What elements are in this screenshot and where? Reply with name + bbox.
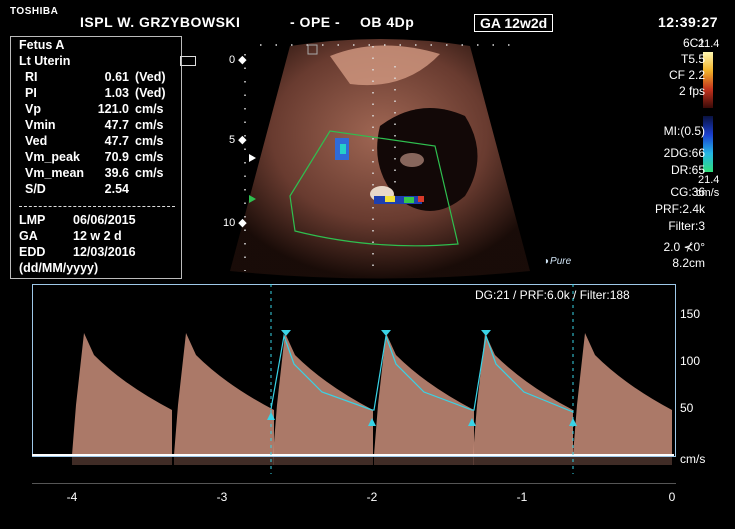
measurement-value: 70.9 <box>104 150 129 164</box>
measurement-value: 1.03 <box>104 86 129 100</box>
pure-logo: ◗Pure <box>544 256 572 267</box>
peak-marker[interactable] <box>381 330 391 336</box>
measurement-label: Vp <box>25 102 41 116</box>
lmp-row: LMP 06/06/2015 <box>19 213 136 227</box>
measurement-value: 0.61 <box>104 70 129 84</box>
reverse-flow-noise <box>473 457 573 465</box>
time-axis <box>32 483 676 484</box>
bmode-image <box>230 39 530 279</box>
reverse-flow-noise <box>374 457 474 465</box>
measurement-unit: cm/s <box>135 102 164 116</box>
measurement-label: Vmin <box>25 118 56 132</box>
t-value: T5.5 <box>680 52 705 66</box>
measurement-unit: (Ved) <box>135 86 166 100</box>
x-tick: -2 <box>366 490 378 504</box>
measurement-unit: (Ved) <box>135 70 166 84</box>
measurement-label: Vm_mean <box>25 166 85 180</box>
measurement-row: RI 0.61 (Ved) <box>11 70 181 86</box>
measurement-label: Ved <box>25 134 48 148</box>
peak-marker[interactable] <box>281 330 291 336</box>
measurement-unit: cm/s <box>135 134 164 148</box>
depth-mark-5: 5 ◆ <box>229 134 247 146</box>
measurement-value: 47.7 <box>104 118 129 132</box>
prf-value: PRF:2.4k <box>654 202 705 216</box>
edd-row: EDD 12/03/2016 <box>19 245 136 259</box>
mi-value: MI:(0.5) <box>663 124 705 138</box>
angle-value: 2.0 ⊀0° <box>663 240 705 254</box>
reverse-flow-noise <box>174 457 274 465</box>
reverse-flow-noise <box>72 457 172 465</box>
spectral-trace <box>32 284 674 474</box>
measurement-row: Vm_mean 39.6 cm/s <box>11 166 181 182</box>
x-tick: -4 <box>66 490 78 504</box>
measurement-row: Vmin 47.7 cm/s <box>11 118 181 134</box>
fps-value: 2 fps <box>678 84 705 98</box>
spectral-cycle <box>573 333 672 455</box>
measurement-row: PI 1.03 (Ved) <box>11 86 181 102</box>
spectral-cycle <box>174 333 274 455</box>
vessel-label: Lt Uterin <box>19 54 71 68</box>
measurement-label: RI <box>25 70 38 84</box>
probe-label: 6C1 <box>682 36 705 50</box>
depth-mark-0: 0 ◆ <box>229 54 247 66</box>
date-format-note: (dd/MM/yyyy) <box>19 261 99 275</box>
institution-name: ISPL W. GRZYBOWSKI <box>80 14 241 30</box>
measurement-row: Ved 47.7 cm/s <box>11 134 181 150</box>
x-tick: -1 <box>516 490 528 504</box>
spectral-waveform <box>72 333 672 465</box>
measurement-value: 39.6 <box>104 166 129 180</box>
spectral-cycle <box>473 333 573 455</box>
measurement-value: 47.7 <box>104 134 129 148</box>
spectral-cycle <box>374 333 474 455</box>
header-bar: TOSHIBA ISPL W. GRZYBOWSKI - OPE - OB 4D… <box>0 0 735 34</box>
gestational-age-badge: GA 12w2d <box>474 14 554 32</box>
y-unit: cm/s <box>680 452 706 466</box>
measurement-label: PI <box>25 86 37 100</box>
filter-value: Filter:3 <box>668 219 705 233</box>
ga-row: GA 12 w 2 d <box>19 229 122 243</box>
measurement-row: Vm_peak 70.9 cm/s <box>11 150 181 166</box>
measurement-unit: cm/s <box>135 166 164 180</box>
divider <box>19 206 175 207</box>
measurement-label: Vm_peak <box>25 150 80 164</box>
dg2-value: 2DG:66 <box>663 146 705 160</box>
brand-logo: TOSHIBA <box>10 6 59 17</box>
cf-value: CF 2.2 <box>668 68 705 82</box>
y-tick-150: 150 <box>680 307 701 321</box>
preset-label: OB 4Dp <box>360 14 415 30</box>
dr-value: DR:65 <box>670 163 705 177</box>
x-tick: 0 <box>668 490 676 504</box>
reverse-flow-noise <box>273 457 373 465</box>
peak-marker[interactable] <box>481 330 491 336</box>
mode-label: - OPE - <box>290 14 341 30</box>
measurement-panel: Fetus A Lt Uterin RI 0.61 (Ved) PI 1.03 (Ved)… <box>10 36 182 279</box>
depth-mark-10: 10 ◆ <box>223 217 247 229</box>
clock: 12:39:27 <box>658 14 719 30</box>
measurement-unit: cm/s <box>135 118 164 132</box>
measurement-row: Vp 121.0 cm/s <box>11 102 181 118</box>
depth-value: 8.2cm <box>672 256 705 270</box>
spectral-cycle <box>273 333 373 455</box>
x-tick: -3 <box>216 490 228 504</box>
measurement-unit: cm/s <box>135 150 164 164</box>
measurement-label: S/D <box>25 182 46 196</box>
measurement-row: S/D 2.54 <box>11 182 181 198</box>
y-tick-100: 100 <box>680 354 701 368</box>
reverse-flow-noise <box>573 457 672 465</box>
cg-value: CG:36 <box>670 185 705 199</box>
y-tick-50: 50 <box>680 401 694 415</box>
measurement-value: 2.54 <box>104 182 129 196</box>
measurement-value: 121.0 <box>97 102 129 116</box>
fetus-label: Fetus A <box>19 38 65 52</box>
focus-marker[interactable] <box>249 154 256 162</box>
spectral-cycle <box>72 333 172 455</box>
